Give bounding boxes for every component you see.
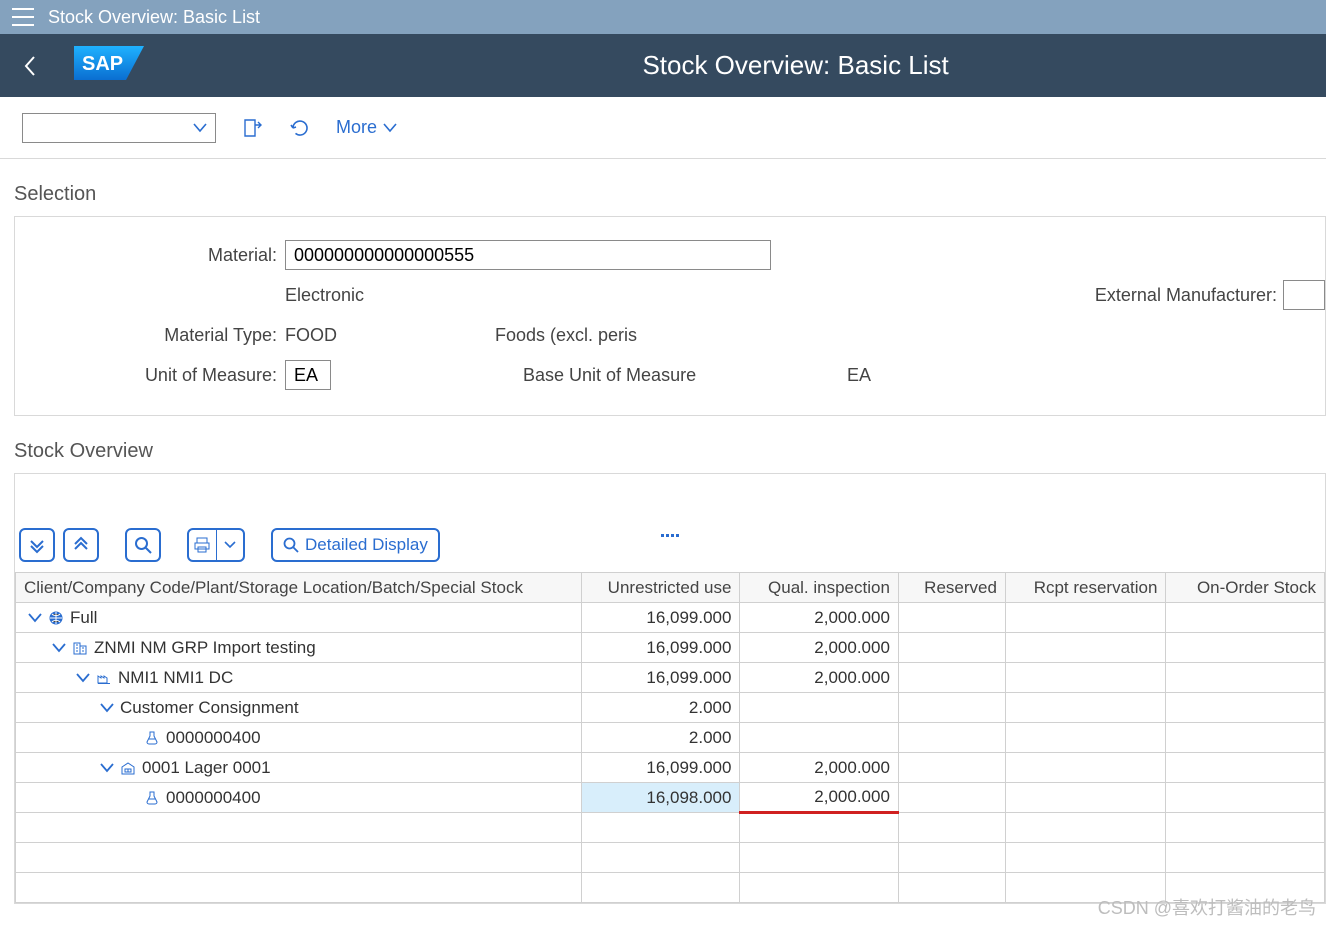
- tree-label: 0000000400: [166, 728, 261, 748]
- chevron-down-icon[interactable]: [100, 763, 114, 773]
- unrestricted-cell: 16,099.000: [581, 753, 739, 783]
- page-title: Stock Overview: Basic List: [642, 50, 948, 81]
- table-row[interactable]: 0000000400 2.000: [16, 723, 1325, 753]
- stock-table: Client/Company Code/Plant/Storage Locati…: [15, 572, 1325, 903]
- toolbar-select[interactable]: [22, 113, 216, 143]
- menu-icon[interactable]: [12, 8, 34, 26]
- unrestricted-cell: 2.000: [581, 723, 739, 753]
- stock-overview-panel: Detailed Display Client/Company Code/Pla…: [14, 473, 1326, 904]
- chevron-down-icon[interactable]: [217, 530, 244, 560]
- qual-inspection-cell: 2,000.000: [740, 753, 898, 783]
- unrestricted-cell: 16,099.000: [581, 603, 739, 633]
- more-menu[interactable]: More: [336, 117, 397, 138]
- detailed-display-button[interactable]: Detailed Display: [271, 528, 440, 562]
- col-unrestricted[interactable]: Unrestricted use: [581, 573, 739, 603]
- mat-type-value: FOOD: [285, 325, 495, 346]
- table-row[interactable]: Full 16,099.0002,000.000: [16, 603, 1325, 633]
- uom-base: EA: [847, 365, 871, 386]
- collapse-all-button[interactable]: [63, 528, 99, 562]
- chevron-down-icon: [383, 123, 397, 133]
- table-row: [16, 813, 1325, 843]
- qual-inspection-cell: 2,000.000: [740, 783, 898, 813]
- tree-label: NMI1 NMI1 DC: [118, 668, 233, 688]
- qual-inspection-cell: [740, 723, 898, 753]
- export-icon[interactable]: [240, 116, 264, 140]
- material-input[interactable]: [285, 240, 771, 270]
- tree-label: Full: [70, 608, 97, 628]
- mat-type-desc: Foods (excl. peris: [495, 325, 637, 346]
- batch-icon: [144, 790, 160, 806]
- unrestricted-cell: 16,099.000: [581, 633, 739, 663]
- ext-mfr-input[interactable]: [1283, 280, 1325, 310]
- topbar-title: Stock Overview: Basic List: [48, 7, 260, 28]
- tree-label: 0000000400: [166, 788, 261, 808]
- mat-type-label: Material Type:: [15, 325, 285, 346]
- uom-desc: Base Unit of Measure: [523, 365, 847, 386]
- col-qual-inspection[interactable]: Qual. inspection: [740, 573, 898, 603]
- chevron-down-icon[interactable]: [76, 673, 90, 683]
- unrestricted-cell: 16,099.000: [581, 663, 739, 693]
- selection-panel: Material: Electronic External Manufactur…: [14, 216, 1326, 416]
- material-description: Electronic: [285, 285, 771, 306]
- search-button[interactable]: [125, 528, 161, 562]
- unrestricted-cell: 16,098.000: [581, 783, 739, 813]
- tree-label: Customer Consignment: [120, 698, 299, 718]
- uom-label: Unit of Measure:: [15, 365, 285, 386]
- qual-inspection-cell: 2,000.000: [740, 603, 898, 633]
- print-icon[interactable]: [189, 530, 216, 560]
- refresh-icon[interactable]: [288, 116, 312, 140]
- plant-icon: [96, 670, 112, 686]
- unrestricted-cell: 2.000: [581, 693, 739, 723]
- expand-all-button[interactable]: [19, 528, 55, 562]
- more-label: More: [336, 117, 377, 138]
- print-split-button[interactable]: [187, 528, 245, 562]
- tree-label: ZNMI NM GRP Import testing: [94, 638, 316, 658]
- ext-mfr-label: External Manufacturer:: [1095, 285, 1277, 306]
- batch-icon: [144, 730, 160, 746]
- drag-handle-icon[interactable]: [660, 524, 680, 529]
- chevron-down-icon[interactable]: [52, 643, 66, 653]
- globe-icon: [48, 610, 64, 626]
- selection-title: Selection: [0, 159, 1326, 210]
- material-label: Material:: [15, 245, 285, 266]
- detailed-display-label: Detailed Display: [305, 535, 428, 555]
- company-icon: [72, 640, 88, 656]
- chevron-down-icon[interactable]: [100, 703, 114, 713]
- qual-inspection-cell: 2,000.000: [740, 663, 898, 693]
- table-row[interactable]: 0001 Lager 0001 16,099.0002,000.000: [16, 753, 1325, 783]
- qual-inspection-cell: [740, 693, 898, 723]
- col-on-order[interactable]: On-Order Stock: [1166, 573, 1325, 603]
- sap-logo: SAP: [74, 46, 144, 85]
- col-tree[interactable]: Client/Company Code/Plant/Storage Locati…: [16, 573, 582, 603]
- svg-text:SAP: SAP: [82, 53, 123, 75]
- header: SAP Stock Overview: Basic List: [0, 34, 1326, 97]
- storage-icon: [120, 760, 136, 776]
- col-rcpt-reservation[interactable]: Rcpt reservation: [1005, 573, 1166, 603]
- qual-inspection-cell: 2,000.000: [740, 633, 898, 663]
- stock-overview-title: Stock Overview: [0, 416, 1326, 467]
- uom-input[interactable]: [285, 360, 331, 390]
- chevron-down-icon[interactable]: [28, 613, 42, 623]
- col-reserved[interactable]: Reserved: [898, 573, 1005, 603]
- table-row[interactable]: NMI1 NMI1 DC 16,099.0002,000.000: [16, 663, 1325, 693]
- tree-label: 0001 Lager 0001: [142, 758, 271, 778]
- back-button[interactable]: [14, 50, 46, 82]
- chevron-down-icon: [193, 123, 207, 133]
- table-row[interactable]: 0000000400 16,098.0002,000.000: [16, 783, 1325, 813]
- table-row: [16, 843, 1325, 873]
- table-row[interactable]: ZNMI NM GRP Import testing 16,099.0002,00…: [16, 633, 1325, 663]
- table-row[interactable]: Customer Consignment 2.000: [16, 693, 1325, 723]
- search-icon: [283, 537, 299, 553]
- watermark: CSDN @喜欢打酱油的老鸟: [1098, 894, 1316, 920]
